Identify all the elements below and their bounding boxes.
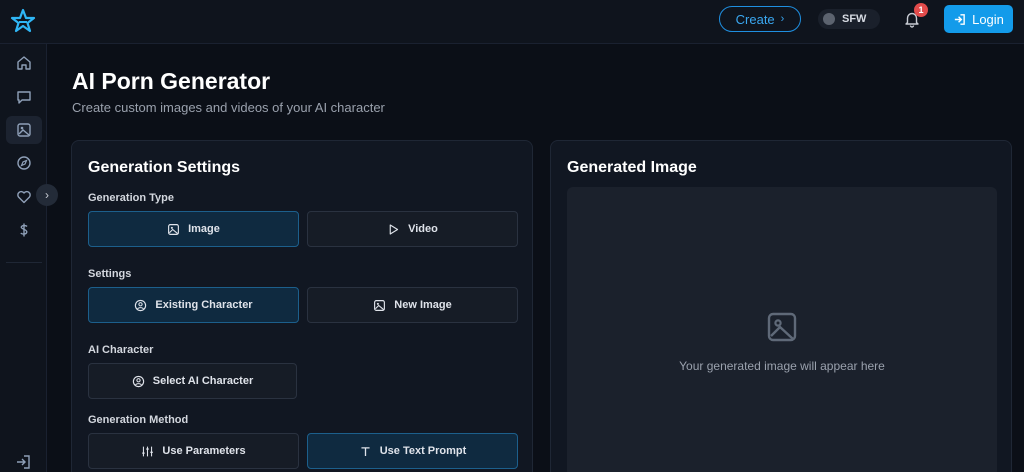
chat-icon: [17, 91, 31, 104]
notification-badge: 1: [914, 3, 928, 17]
login-icon: [954, 13, 965, 25]
image-placeholder-icon: [767, 312, 797, 342]
chevron-right-icon: ›: [780, 13, 785, 25]
play-icon: [389, 223, 399, 235]
type-image-button[interactable]: Image: [88, 211, 299, 247]
preview-placeholder-text: Your generated image will appear here: [679, 359, 885, 373]
image-icon: [374, 299, 386, 311]
image-icon: [17, 123, 31, 137]
existing-character-label: Existing Character: [155, 299, 253, 311]
sfw-toggle[interactable]: SFW: [818, 9, 880, 29]
ai-character-label: AI Character: [88, 344, 154, 356]
user-circle-icon: [135, 299, 147, 311]
login-button[interactable]: Login: [944, 5, 1013, 33]
sidebar-expand-button[interactable]: ›: [36, 184, 58, 206]
user-circle-icon: [132, 375, 144, 387]
login-button-label: Login: [972, 11, 1004, 27]
type-video-label: Video: [408, 223, 438, 235]
image-preview-area: Your generated image will appear here: [567, 187, 997, 472]
sfw-label: SFW: [842, 13, 867, 25]
logout-icon[interactable]: [15, 454, 31, 470]
heart-icon: [17, 190, 31, 204]
generated-image-title: Generated Image: [567, 159, 697, 176]
create-button[interactable]: Create ›: [719, 6, 801, 32]
type-video-button[interactable]: Video: [307, 211, 518, 247]
use-parameters-button[interactable]: Use Parameters: [88, 433, 299, 469]
select-ai-character-button[interactable]: Select AI Character: [88, 363, 297, 399]
generation-type-label: Generation Type: [88, 192, 174, 204]
use-text-prompt-label: Use Text Prompt: [379, 445, 467, 457]
new-image-label: New Image: [394, 299, 452, 311]
dollar-icon: [20, 223, 28, 237]
use-text-prompt-button[interactable]: Use Text Prompt: [307, 433, 518, 469]
settings-label: Settings: [88, 268, 132, 280]
generation-method-label: Generation Method: [88, 414, 189, 426]
type-image-label: Image: [188, 223, 220, 235]
sidebar-item-pricing[interactable]: [6, 216, 42, 244]
page-title: AI Porn Generator: [72, 68, 271, 94]
toggle-knob: [823, 13, 835, 25]
logo-icon[interactable]: [10, 8, 36, 34]
sidebar-item-explore[interactable]: [6, 149, 42, 177]
existing-character-button[interactable]: Existing Character: [88, 287, 299, 323]
top-bar: Create › SFW 1 Login: [0, 0, 1024, 44]
generation-settings-card: Generation Settings Generation Type Imag…: [71, 140, 533, 472]
generated-image-card: Generated Image Your generated image wil…: [550, 140, 1012, 472]
sidebar: [0, 44, 47, 472]
create-button-label: Create: [735, 11, 775, 27]
generation-settings-title: Generation Settings: [88, 159, 241, 176]
page-subtitle: Create custom images and videos of your …: [72, 100, 385, 115]
sidebar-item-chat[interactable]: [6, 83, 42, 111]
chevron-right-icon: ›: [45, 188, 49, 202]
sliders-icon: [142, 446, 154, 456]
new-image-button[interactable]: New Image: [307, 287, 518, 323]
sidebar-item-home[interactable]: [6, 49, 42, 77]
sidebar-item-generate-image[interactable]: [6, 116, 42, 144]
use-parameters-label: Use Parameters: [162, 445, 246, 457]
sidebar-divider: [6, 262, 42, 263]
image-icon: [168, 223, 180, 235]
text-icon: [361, 446, 370, 456]
select-ai-character-label: Select AI Character: [152, 375, 254, 387]
home-icon: [17, 56, 31, 70]
compass-icon: [17, 156, 31, 170]
